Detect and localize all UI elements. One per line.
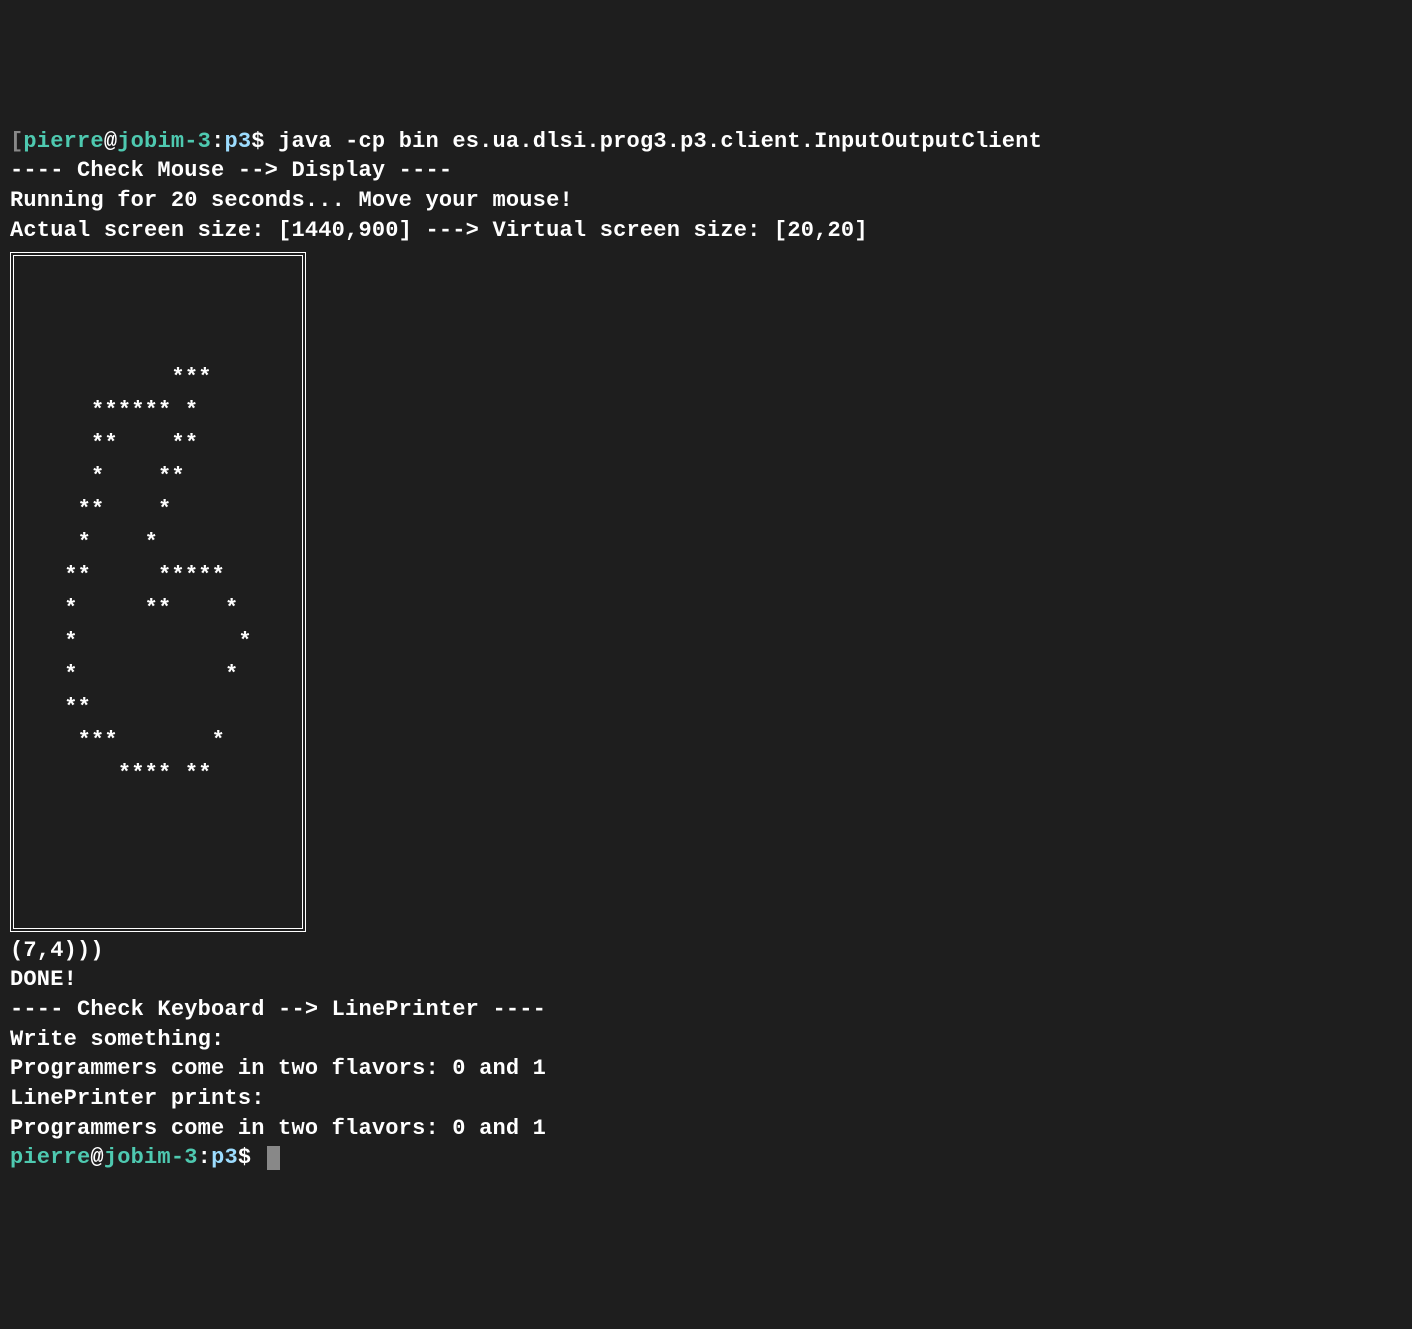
output-coord: (7,4))) — [10, 938, 104, 963]
output-line: Running for 20 seconds... Move your mous… — [10, 188, 573, 213]
ascii-display-box: *** ****** * ** ** * ** ** * * * ** ****… — [10, 252, 306, 932]
output-line: LinePrinter prints: — [10, 1086, 265, 1111]
output-done: DONE! — [10, 967, 77, 992]
output-line: Actual screen size: [1440,900] ---> Virt… — [10, 218, 868, 243]
prompt-bracket: [ — [10, 129, 23, 154]
prompt-host: jobim-3 — [104, 1145, 198, 1170]
prompt-dollar: $ — [238, 1145, 265, 1170]
output-line: ---- Check Keyboard --> LinePrinter ---- — [10, 997, 546, 1022]
output-line: Write something: — [10, 1027, 224, 1052]
ascii-art: *** ****** * ** ** * ** ** * * * ** ****… — [24, 262, 292, 922]
terminal-output[interactable]: [pierre@jobim-3:p3$ java -cp bin es.ua.d… — [10, 127, 1402, 1173]
prompt-at: @ — [90, 1145, 103, 1170]
prompt-path: p3 — [211, 1145, 238, 1170]
cursor-icon[interactable] — [267, 1146, 280, 1170]
command-text: java -cp bin es.ua.dlsi.prog3.p3.client.… — [278, 129, 1042, 154]
output-line: ---- Check Mouse --> Display ---- — [10, 158, 452, 183]
output-line: Programmers come in two flavors: 0 and 1 — [10, 1116, 546, 1141]
user-input-line: Programmers come in two flavors: 0 and 1 — [10, 1056, 546, 1081]
prompt-host: jobim-3 — [117, 129, 211, 154]
prompt-colon: : — [198, 1145, 211, 1170]
prompt-at: @ — [104, 129, 117, 154]
prompt-user: pierre — [10, 1145, 90, 1170]
prompt-dollar: $ — [251, 129, 278, 154]
prompt-colon: : — [211, 129, 224, 154]
prompt-user: pierre — [23, 129, 103, 154]
prompt-path: p3 — [224, 129, 251, 154]
